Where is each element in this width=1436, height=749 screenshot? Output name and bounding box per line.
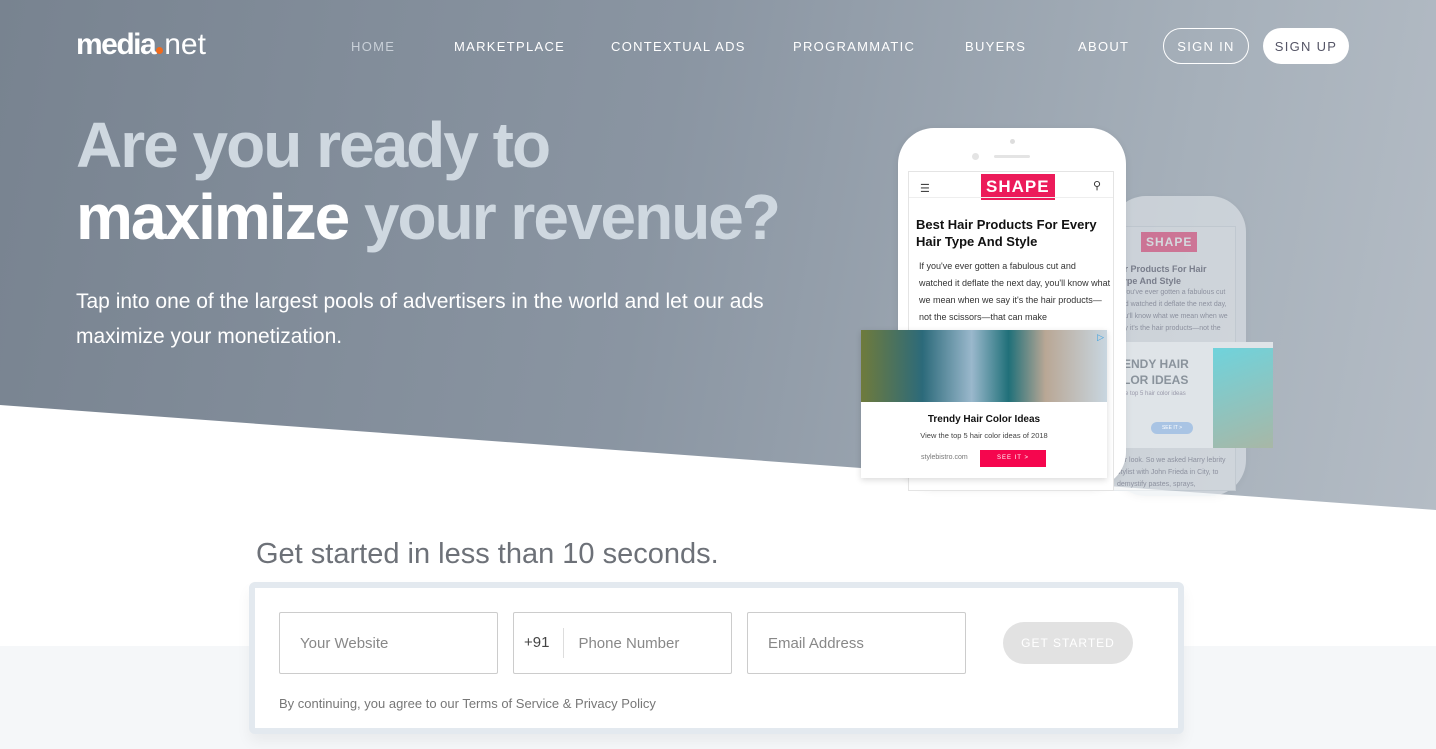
back-article-body: If you've ever gotten a fabulous cut and… [1117,289,1228,332]
ad-title: Trendy Hair Color Ideas [927,414,1041,425]
article-title: Best Hair Products For Every Hair Type A… [916,217,1097,249]
form-title: Get started in less than 10 seconds. [256,538,719,570]
email-input[interactable]: Email Address [747,612,966,674]
phone-input[interactable]: +91 Phone Number [513,612,732,674]
heading-emphasis: maximize [76,181,350,253]
back-article-body-2: our look. So we asked Harry lebrity styl… [1117,457,1226,488]
back-ad-cta: SEE IT > [1151,422,1193,434]
menu-icon: ☰ [920,183,930,195]
sign-in-button[interactable]: SIGN IN [1163,28,1249,64]
get-started-button[interactable]: GET STARTED [1003,622,1133,664]
search-icon: ⚲ [1093,180,1102,192]
heading-rest: your revenue? [348,181,781,253]
nav-programmatic[interactable]: PROGRAMMATIC [793,39,915,54]
nav-contextual-ads[interactable]: CONTEXTUAL ADS [611,39,746,54]
signup-form: Your Website +91 Phone Number Email Addr… [249,582,1184,734]
phone-speaker [994,155,1030,158]
phone-camera [972,153,979,160]
hero-subtitle: Tap into one of the largest pools of adv… [76,290,764,348]
article-body: If you've ever gotten a fabulous cut and… [919,261,1111,322]
back-article-title: air Products For Hair Type And Style [1117,264,1207,286]
ad-source: stylebistro.com [921,454,968,461]
back-ad: ENDY HAIR LOR IDEAS e top 5 hair color i… [1117,342,1273,448]
nav-about[interactable]: ABOUT [1078,39,1129,54]
website-input[interactable]: Your Website [279,612,498,674]
back-ad-sub: e top 5 hair color ideas [1125,391,1186,397]
shape-logo: SHAPE [1141,232,1198,252]
sign-up-button[interactable]: SIGN UP [1263,28,1349,64]
phone-placeholder: Phone Number [578,634,680,652]
phone-sensor [1010,139,1015,144]
media-net-logo[interactable]: media net [76,28,206,62]
nav-marketplace[interactable]: MARKETPLACE [454,39,565,54]
nav-home[interactable]: HOME [351,39,395,54]
terms-text[interactable]: By continuing, you agree to our Terms of… [279,696,656,711]
native-ad-card: ▷ Trendy Hair Color Ideas View the top 5… [861,330,1107,478]
country-code[interactable]: +91 [524,628,565,658]
ad-subtitle: View the top 5 hair color ideas of 2018 [920,431,1048,440]
ad-cta-button: SEE IT > [980,450,1046,467]
adchoices-icon: ▷ [1097,332,1104,342]
back-ad-image [1213,348,1273,448]
hero-heading-line2: maximize your revenue? [76,180,781,254]
ad-image [861,330,1107,402]
hero-heading-line1: Are you ready to [76,109,551,181]
screen-header-divider [909,197,1113,198]
back-ad-title: ENDY HAIR LOR IDEAS [1123,357,1189,387]
nav-buyers[interactable]: BUYERS [965,39,1026,54]
